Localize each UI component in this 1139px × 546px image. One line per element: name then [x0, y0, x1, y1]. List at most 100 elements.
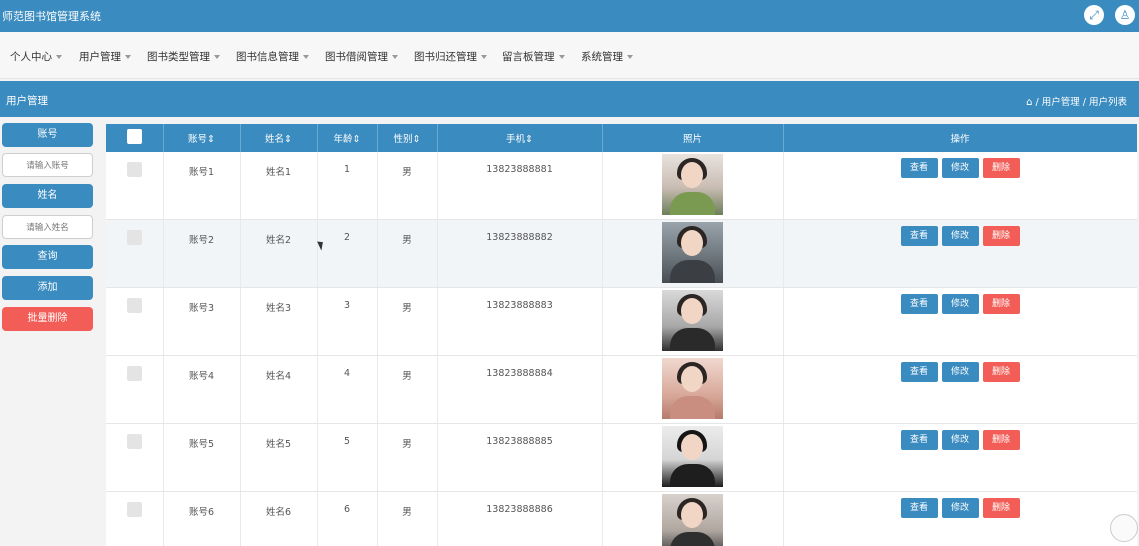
cell-name: 姓名3	[265, 303, 292, 314]
table-row: 账号5 姓名5 5 男 13823888885 查看 修改 删除	[106, 423, 1137, 492]
name-input[interactable]	[2, 215, 93, 239]
cell-phone: 13823888883	[486, 300, 553, 311]
nav-item-personal-center[interactable]: 个人中心	[10, 49, 62, 64]
header-name[interactable]: 姓名⇕	[240, 124, 318, 152]
nav-item-book-info-management[interactable]: 图书信息管理	[236, 49, 309, 64]
sort-icon[interactable]: ⇕	[525, 134, 533, 145]
app-title: 师范图书馆管理系统	[2, 10, 101, 23]
cell-account: 账号2	[188, 235, 215, 246]
row-checkbox[interactable]	[126, 162, 142, 177]
user-photo	[662, 154, 723, 215]
edit-button[interactable]: 修改	[941, 294, 979, 314]
user-table: 账号⇕ 姓名⇕ 年龄⇕ 性别⇕ 手机⇕ 照片 操作 账号1 姓名1 1 男 13…	[106, 124, 1137, 546]
sort-icon[interactable]: ⇕	[353, 134, 361, 145]
user-photo	[662, 426, 723, 487]
user-table-container: 账号⇕ 姓名⇕ 年龄⇕ 性别⇕ 手机⇕ 照片 操作 账号1 姓名1 1 男 13…	[106, 124, 1137, 546]
batch-delete-button[interactable]: 批量删除	[2, 307, 93, 331]
cell-account: 账号6	[188, 507, 215, 518]
cell-name: 姓名6	[265, 507, 292, 518]
breadcrumb-text: / 用户管理 / 用户列表	[1035, 97, 1127, 108]
sort-icon[interactable]: ⇕	[413, 134, 421, 145]
cell-gender: 男	[402, 303, 412, 314]
header-phone[interactable]: 手机⇕	[437, 124, 603, 152]
scroll-to-top-icon[interactable]	[1110, 514, 1138, 542]
select-all-header[interactable]	[106, 124, 164, 152]
cell-account: 账号5	[188, 439, 215, 450]
page-header: 用户管理 ⌂ / 用户管理 / 用户列表	[0, 81, 1139, 117]
view-button[interactable]: 查看	[900, 430, 938, 450]
cell-age: 6	[343, 504, 351, 515]
view-button[interactable]: 查看	[900, 498, 938, 518]
delete-button[interactable]: 删除	[982, 294, 1020, 314]
header-actions: 操作	[783, 124, 1137, 152]
cell-gender: 男	[402, 235, 412, 246]
row-checkbox[interactable]	[126, 298, 142, 313]
main-nav: 个人中心 用户管理 图书类型管理 图书信息管理 图书借阅管理 图书归还管理 留言…	[0, 32, 1139, 79]
name-label: 姓名	[2, 184, 93, 208]
user-photo	[662, 290, 723, 351]
table-row: 账号6 姓名6 6 男 13823888886 查看 修改 删除	[106, 491, 1137, 546]
row-checkbox[interactable]	[126, 366, 142, 381]
table-row: 账号3 姓名3 3 男 13823888883 查看 修改 删除	[106, 287, 1137, 356]
edit-button[interactable]: 修改	[941, 362, 979, 382]
user-photo	[662, 222, 723, 283]
cell-gender: 男	[402, 507, 412, 518]
cell-gender: 男	[402, 371, 412, 382]
cell-age: 5	[343, 436, 351, 447]
edit-button[interactable]: 修改	[941, 498, 979, 518]
nav-item-book-return-management[interactable]: 图书归还管理	[414, 49, 487, 64]
edit-button[interactable]: 修改	[941, 158, 979, 178]
edit-button[interactable]: 修改	[941, 430, 979, 450]
cell-age: 2	[343, 232, 351, 243]
cell-account: 账号1	[188, 167, 215, 178]
nav-item-user-management[interactable]: 用户管理	[79, 49, 131, 64]
nav-item-message-board-management[interactable]: 留言板管理	[502, 49, 565, 64]
table-row: 账号1 姓名1 1 男 13823888881 查看 修改 删除	[106, 152, 1137, 220]
account-label: 账号	[2, 123, 93, 147]
delete-button[interactable]: 删除	[982, 226, 1020, 246]
expand-icon[interactable]: ⤢	[1084, 5, 1104, 25]
home-icon[interactable]: ⌂	[1026, 97, 1032, 108]
select-all-checkbox[interactable]	[126, 129, 142, 144]
page-title: 用户管理	[6, 95, 48, 107]
nav-item-book-borrow-management[interactable]: 图书借阅管理	[325, 49, 398, 64]
row-checkbox[interactable]	[126, 502, 142, 517]
edit-button[interactable]: 修改	[941, 226, 979, 246]
delete-button[interactable]: 删除	[982, 430, 1020, 450]
cell-phone: 13823888882	[486, 232, 553, 243]
nav-item-system-management[interactable]: 系统管理	[581, 49, 633, 64]
sort-icon[interactable]: ⇕	[207, 134, 215, 145]
row-checkbox[interactable]	[126, 434, 142, 449]
cell-age: 3	[343, 300, 351, 311]
top-bar: 师范图书馆管理系统 ⤢ ♙	[0, 0, 1139, 32]
header-gender[interactable]: 性别⇕	[377, 124, 438, 152]
nav-item-book-type-management[interactable]: 图书类型管理	[147, 49, 220, 64]
add-button[interactable]: 添加	[2, 276, 93, 300]
cell-name: 姓名5	[265, 439, 292, 450]
header-age[interactable]: 年龄⇕	[317, 124, 378, 152]
cell-phone: 13823888886	[486, 504, 553, 515]
cell-name: 姓名2	[265, 235, 292, 246]
cell-name: 姓名1	[265, 167, 292, 178]
delete-button[interactable]: 删除	[982, 498, 1020, 518]
header-account[interactable]: 账号⇕	[163, 124, 241, 152]
delete-button[interactable]: 删除	[982, 362, 1020, 382]
delete-button[interactable]: 删除	[982, 158, 1020, 178]
cell-phone: 13823888881	[486, 164, 553, 175]
view-button[interactable]: 查看	[900, 226, 938, 246]
user-icon[interactable]: ♙	[1115, 5, 1135, 25]
header-photo: 照片	[602, 124, 784, 152]
view-button[interactable]: 查看	[900, 362, 938, 382]
cell-phone: 13823888885	[486, 436, 553, 447]
query-button[interactable]: 查询	[2, 245, 93, 269]
cell-name: 姓名4	[265, 371, 292, 382]
account-input[interactable]	[2, 153, 93, 177]
row-checkbox[interactable]	[126, 230, 142, 245]
table-header-row: 账号⇕ 姓名⇕ 年龄⇕ 性别⇕ 手机⇕ 照片 操作	[106, 124, 1137, 152]
table-row: 账号2 姓名2 2 男 13823888882 查看 修改 删除	[106, 219, 1137, 288]
cell-account: 账号4	[188, 371, 215, 382]
sort-icon[interactable]: ⇕	[284, 134, 292, 145]
view-button[interactable]: 查看	[900, 158, 938, 178]
view-button[interactable]: 查看	[900, 294, 938, 314]
user-photo	[662, 494, 723, 546]
